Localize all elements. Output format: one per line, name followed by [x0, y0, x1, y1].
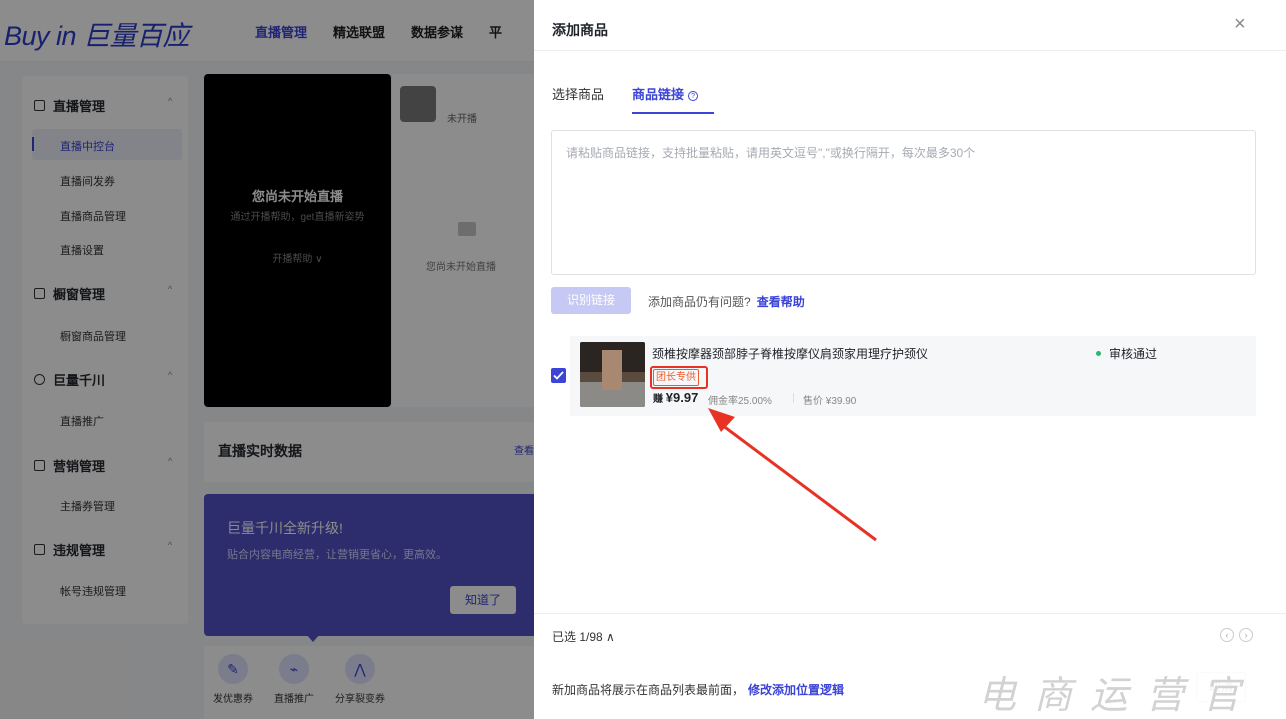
annotation-arrow-icon — [708, 408, 877, 542]
watermark: 电商运营官 — [906, 660, 1286, 719]
watermark-text: 电商运营官 — [978, 673, 1259, 717]
